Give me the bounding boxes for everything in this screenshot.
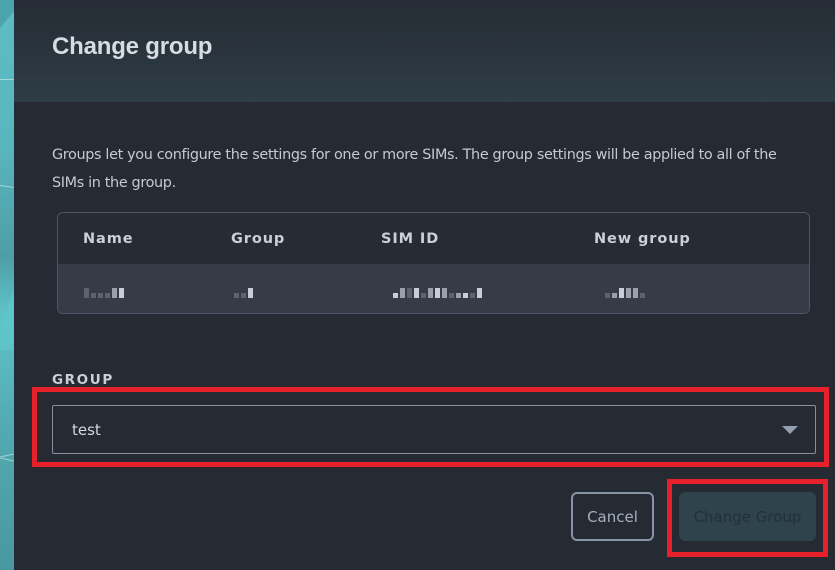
modal-header: Change group (14, 0, 835, 102)
modal-description: Groups let you configure the settings fo… (52, 147, 777, 191)
cell-new-group-redacted (605, 286, 645, 298)
group-select-value: test (72, 421, 101, 439)
page-backdrop (0, 0, 14, 570)
backdrop-line (0, 185, 14, 188)
table-header: Name Group SIM ID New group (58, 213, 809, 264)
caret-down-icon[interactable] (782, 426, 798, 434)
backdrop-facet (0, 0, 14, 28)
backdrop-line (0, 457, 14, 462)
group-select[interactable]: test (52, 405, 816, 454)
backdrop-facet (0, 290, 14, 350)
cell-sim-id-redacted (393, 286, 482, 298)
screen: Change group Groups let you configure th… (0, 0, 835, 570)
cell-group-redacted (234, 286, 253, 298)
backdrop-line (0, 79, 14, 80)
column-header-name: Name (83, 231, 134, 247)
column-header-sim-id: SIM ID (381, 231, 440, 247)
column-header-new-group: New group (594, 231, 691, 247)
change-group-button[interactable]: Change Group (679, 492, 816, 541)
table-row (58, 264, 809, 313)
cell-name-redacted (84, 286, 124, 298)
sim-table: Name Group SIM ID New group (57, 212, 810, 314)
group-field-label: GROUP (52, 372, 114, 388)
cancel-button[interactable]: Cancel (571, 492, 654, 541)
backdrop-line (0, 453, 14, 458)
change-group-modal: Change group Groups let you configure th… (14, 0, 835, 570)
column-header-group: Group (231, 231, 286, 247)
modal-title: Change group (52, 33, 213, 60)
